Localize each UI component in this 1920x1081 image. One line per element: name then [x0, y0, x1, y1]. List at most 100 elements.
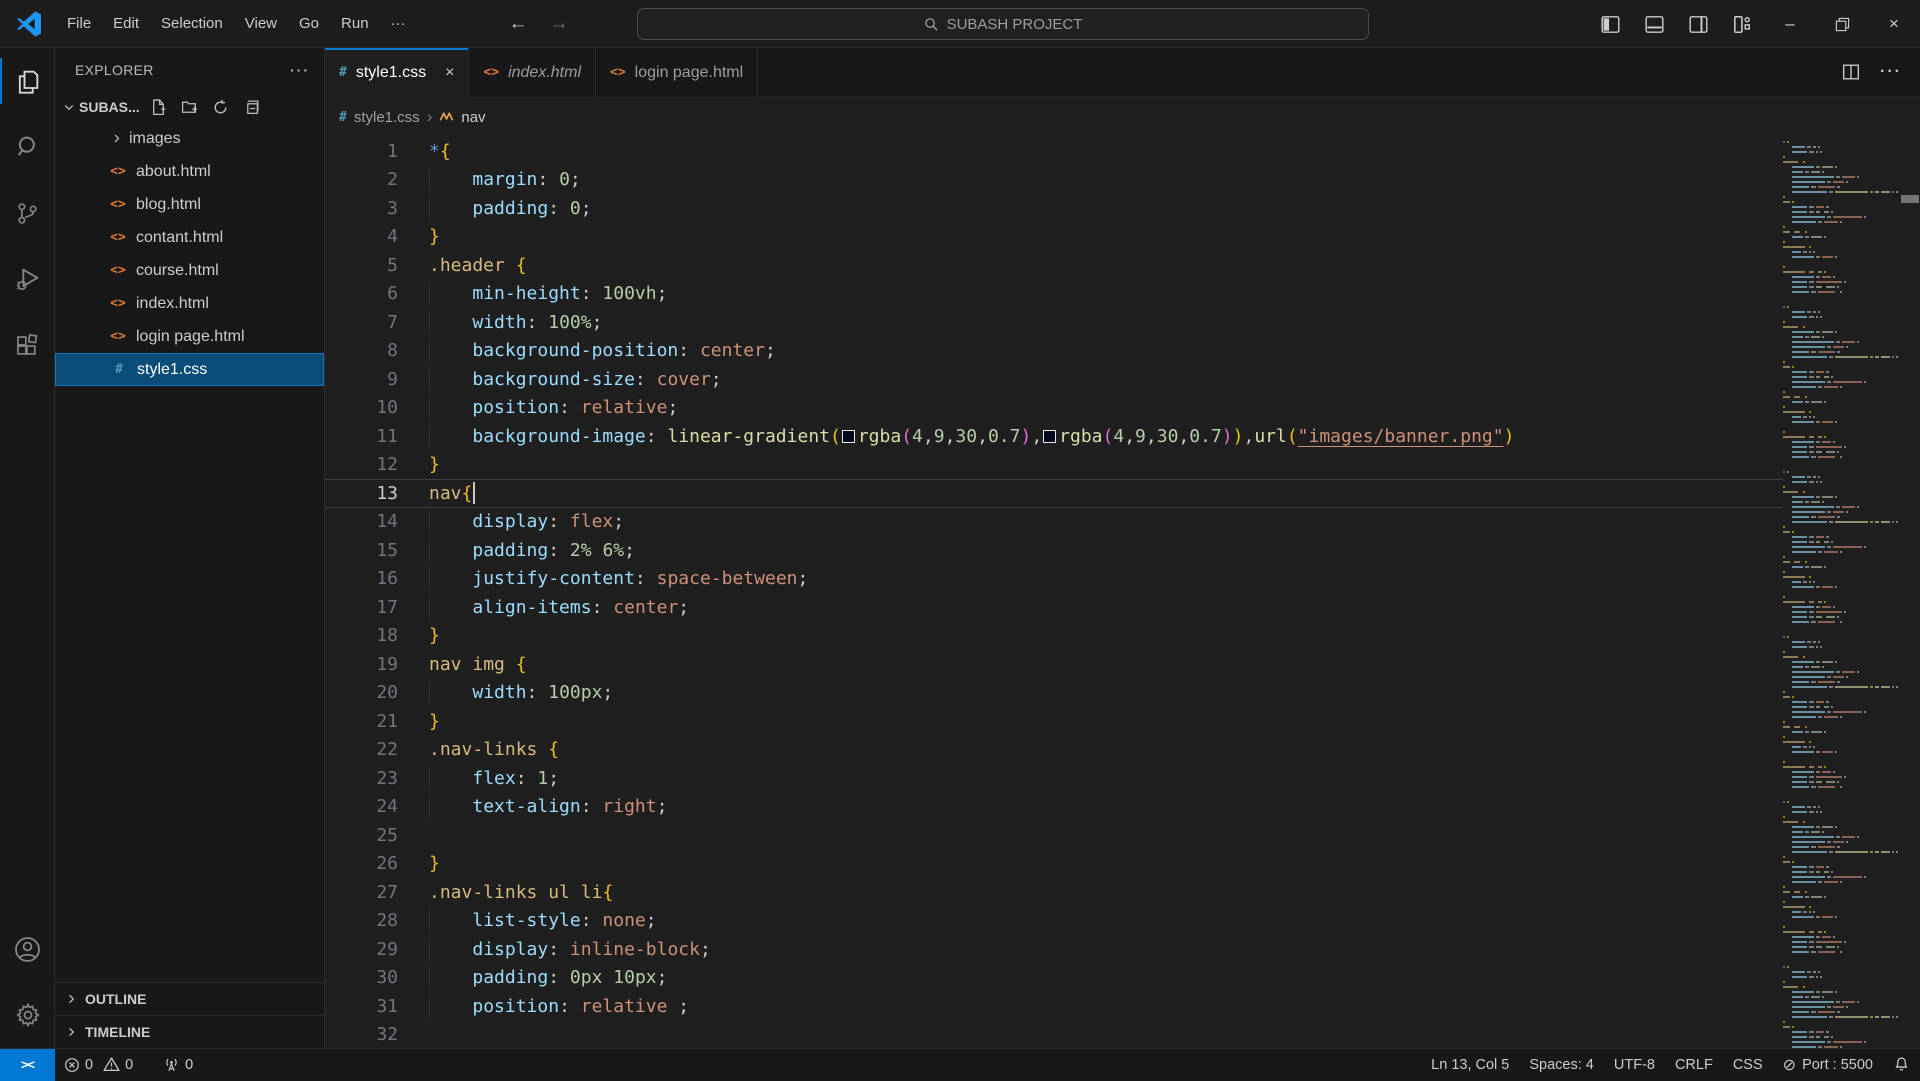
code-line-2[interactable]: 2 margin: 0;: [325, 166, 1783, 195]
menu-run[interactable]: Run: [330, 9, 380, 38]
code-line-19[interactable]: 19nav img {: [325, 650, 1783, 679]
code-line-29[interactable]: 29 display: inline-block;: [325, 935, 1783, 964]
code-line-24[interactable]: 24 text-align: right;: [325, 793, 1783, 822]
menu-file[interactable]: File: [56, 9, 102, 38]
code-line-27[interactable]: 27.nav-links ul li{: [325, 878, 1783, 907]
line-number[interactable]: 12: [325, 454, 398, 475]
outline-section[interactable]: OUTLINE: [55, 982, 324, 1015]
code-line-31[interactable]: 31 position: relative ;: [325, 992, 1783, 1021]
code-line-8[interactable]: 8 background-position: center;: [325, 337, 1783, 366]
line-number[interactable]: 5: [325, 255, 398, 276]
code-line-17[interactable]: 17 align-items: center;: [325, 593, 1783, 622]
sidebar-item-explorer[interactable]: [0, 48, 55, 114]
line-number[interactable]: 3: [325, 198, 398, 219]
code-line-30[interactable]: 30 padding: 0px 10px;: [325, 964, 1783, 993]
menu-[interactable]: ···: [380, 9, 417, 38]
ports-status[interactable]: 0: [154, 1049, 202, 1080]
toggle-secondary-sidebar-icon[interactable]: [1676, 0, 1720, 48]
minimap[interactable]: [1783, 140, 1900, 1048]
forward-arrow-icon[interactable]: →: [550, 13, 569, 35]
line-number[interactable]: 19: [325, 654, 398, 675]
sidebar-item-source-control[interactable]: [0, 180, 55, 246]
restore-button[interactable]: [1816, 0, 1868, 48]
accounts-button[interactable]: [0, 916, 55, 982]
code-line-26[interactable]: 26}: [325, 850, 1783, 879]
code-line-4[interactable]: 4}: [325, 223, 1783, 252]
line-number[interactable]: 21: [325, 711, 398, 732]
code-editor[interactable]: 1*{2 margin: 0;3 padding: 0;4}5.header {…: [325, 137, 1783, 1048]
tree-item-course-html[interactable]: <>course.html: [55, 254, 324, 287]
remote-indicator[interactable]: ><: [0, 1049, 55, 1081]
tree-item-blog-html[interactable]: <>blog.html: [55, 188, 324, 221]
code-line-6[interactable]: 6 min-height: 100vh;: [325, 280, 1783, 309]
code-line-18[interactable]: 18}: [325, 622, 1783, 651]
status-port---5500[interactable]: ⊘Port : 5500: [1773, 1049, 1883, 1080]
sidebar-item-search[interactable]: [0, 114, 55, 180]
line-number[interactable]: 27: [325, 882, 398, 903]
line-number[interactable]: 18: [325, 625, 398, 646]
line-number[interactable]: 10: [325, 397, 398, 418]
customize-layout-icon[interactable]: [1720, 0, 1764, 48]
split-editor-icon[interactable]: [1842, 63, 1860, 81]
line-number[interactable]: 25: [325, 825, 398, 846]
tree-item-index-html[interactable]: <>index.html: [55, 287, 324, 320]
code-line-7[interactable]: 7 width: 100%;: [325, 308, 1783, 337]
line-number[interactable]: 23: [325, 768, 398, 789]
color-swatch[interactable]: [842, 430, 855, 443]
code-line-25[interactable]: 25: [325, 821, 1783, 850]
close-button[interactable]: ×: [1868, 0, 1920, 48]
new-file-icon[interactable]: [150, 99, 167, 116]
settings-button[interactable]: [0, 982, 55, 1048]
status-css[interactable]: CSS: [1723, 1049, 1773, 1080]
line-number[interactable]: 6: [325, 283, 398, 304]
minimize-button[interactable]: –: [1764, 0, 1816, 48]
explorer-more-icon[interactable]: ···: [290, 62, 310, 78]
tree-item-contant-html[interactable]: <>contant.html: [55, 221, 324, 254]
code-line-28[interactable]: 28 list-style: none;: [325, 907, 1783, 936]
menu-selection[interactable]: Selection: [150, 9, 234, 38]
sidebar-item-extensions[interactable]: [0, 312, 55, 378]
code-line-20[interactable]: 20 width: 100px;: [325, 679, 1783, 708]
code-line-23[interactable]: 23 flex: 1;: [325, 764, 1783, 793]
notifications-bell[interactable]: [1883, 1049, 1920, 1080]
breadcrumb-file[interactable]: style1.css: [354, 109, 420, 126]
folder-section-header[interactable]: SUBAS...: [55, 92, 324, 122]
code-line-15[interactable]: 15 padding: 2% 6%;: [325, 536, 1783, 565]
back-arrow-icon[interactable]: ←: [509, 13, 528, 35]
toggle-panel-icon[interactable]: [1632, 0, 1676, 48]
color-swatch[interactable]: [1043, 430, 1056, 443]
line-number[interactable]: 28: [325, 910, 398, 931]
close-icon[interactable]: ×: [445, 64, 454, 82]
line-number[interactable]: 17: [325, 597, 398, 618]
tree-item-style1-css[interactable]: #style1.css: [55, 353, 324, 386]
sidebar-item-run-debug[interactable]: [0, 246, 55, 312]
line-number[interactable]: 24: [325, 796, 398, 817]
breadcrumb-symbol[interactable]: nav: [461, 109, 485, 126]
line-number[interactable]: 30: [325, 967, 398, 988]
code-line-21[interactable]: 21}: [325, 707, 1783, 736]
line-number[interactable]: 20: [325, 682, 398, 703]
code-line-16[interactable]: 16 justify-content: space-between;: [325, 565, 1783, 594]
line-number[interactable]: 7: [325, 312, 398, 333]
status-ln-13--col-5[interactable]: Ln 13, Col 5: [1421, 1049, 1519, 1080]
line-number[interactable]: 16: [325, 568, 398, 589]
collapse-all-icon[interactable]: [243, 99, 260, 116]
tree-item-images[interactable]: images: [55, 122, 324, 155]
line-number[interactable]: 8: [325, 340, 398, 361]
line-number[interactable]: 11: [325, 426, 398, 447]
line-number[interactable]: 15: [325, 540, 398, 561]
problems-status[interactable]: 0 0: [55, 1049, 142, 1080]
status-crlf[interactable]: CRLF: [1665, 1049, 1723, 1080]
code-line-9[interactable]: 9 background-size: cover;: [325, 365, 1783, 394]
line-number[interactable]: 29: [325, 939, 398, 960]
tab-index-html[interactable]: <>index.html: [469, 48, 596, 97]
status-utf-8[interactable]: UTF-8: [1604, 1049, 1665, 1080]
line-number[interactable]: 31: [325, 996, 398, 1017]
code-line-3[interactable]: 3 padding: 0;: [325, 194, 1783, 223]
code-line-14[interactable]: 14 display: flex;: [325, 508, 1783, 537]
tree-item-about-html[interactable]: <>about.html: [55, 155, 324, 188]
menu-edit[interactable]: Edit: [102, 9, 150, 38]
command-center-search[interactable]: SUBASH PROJECT: [637, 8, 1369, 40]
overview-ruler[interactable]: [1900, 137, 1920, 1048]
more-actions-icon[interactable]: ···: [1880, 63, 1902, 81]
